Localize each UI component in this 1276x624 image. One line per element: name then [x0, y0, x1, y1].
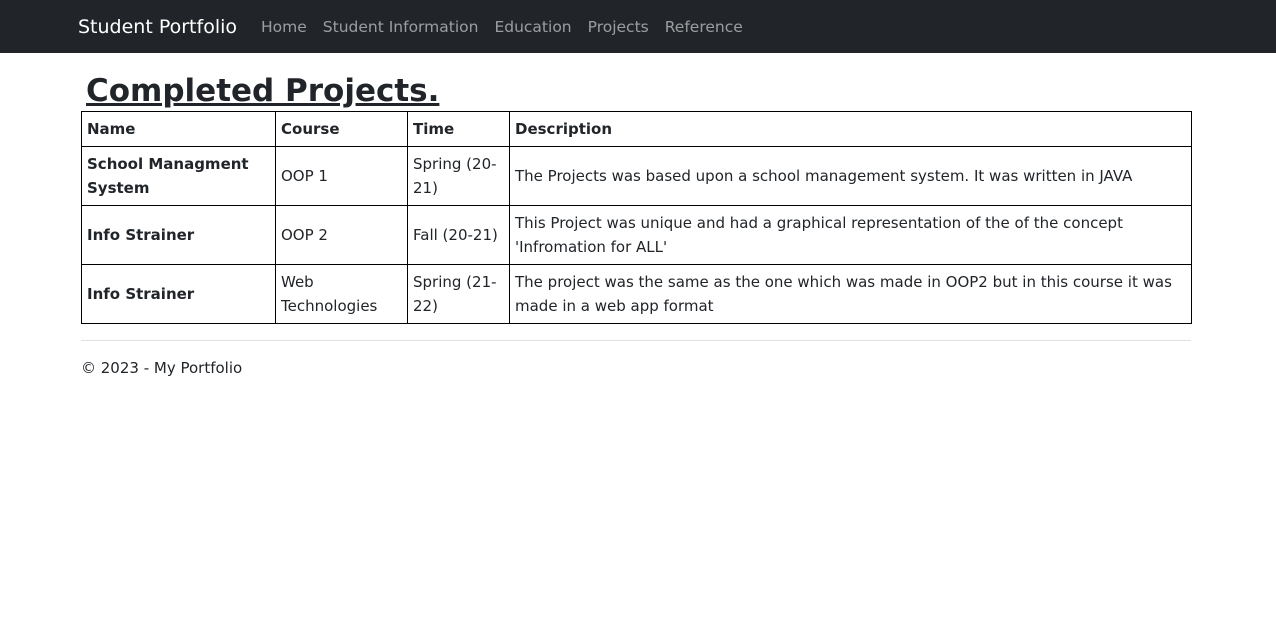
project-time-cell: Spring (20-21): [407, 146, 510, 206]
projects-table: Name Course Time Description School Mana…: [81, 111, 1192, 324]
project-description-cell: The Projects was based upon a school man…: [509, 146, 1192, 206]
table-row: Info Strainer OOP 2 Fall (20-21) This Pr…: [81, 205, 1192, 265]
nav-link-reference[interactable]: Reference: [657, 18, 751, 36]
project-name-cell: Info Strainer: [81, 264, 276, 324]
brand-link[interactable]: Student Portfolio: [78, 16, 237, 38]
footer-copyright: © 2023 - My Portfolio: [81, 359, 243, 377]
nav-link-home[interactable]: Home: [253, 18, 315, 36]
project-course-cell: OOP 2: [275, 205, 408, 265]
top-navbar: Student Portfolio Home Student Informati…: [0, 0, 1276, 53]
column-header-name: Name: [81, 111, 276, 147]
project-name-cell: Info Strainer: [81, 205, 276, 265]
column-header-course: Course: [275, 111, 408, 147]
project-description-cell: The project was the same as the one whic…: [509, 264, 1192, 324]
project-time-cell: Fall (20-21): [407, 205, 510, 265]
column-header-time: Time: [407, 111, 510, 147]
nav-link-student-information[interactable]: Student Information: [315, 18, 487, 36]
project-course-cell: OOP 1: [275, 146, 408, 206]
column-header-description: Description: [509, 111, 1192, 147]
project-description-cell: This Project was unique and had a graphi…: [509, 205, 1192, 265]
page-title: Completed Projects.: [86, 73, 440, 109]
footer-divider: [81, 340, 1191, 341]
table-header-row: Name Course Time Description: [81, 111, 1192, 147]
nav-links: Home Student Information Education Proje…: [253, 18, 751, 36]
project-course-cell: Web Technologies: [275, 264, 408, 324]
main-content: Completed Projects. Name Course Time Des…: [81, 72, 1192, 377]
table-row: School Managment System OOP 1 Spring (20…: [81, 146, 1192, 206]
table-row: Info Strainer Web Technologies Spring (2…: [81, 264, 1192, 324]
footer: © 2023 - My Portfolio: [81, 359, 1191, 377]
nav-link-projects[interactable]: Projects: [580, 18, 657, 36]
project-time-cell: Spring (21-22): [407, 264, 510, 324]
project-name-cell: School Managment System: [81, 146, 276, 206]
nav-link-education[interactable]: Education: [486, 18, 579, 36]
